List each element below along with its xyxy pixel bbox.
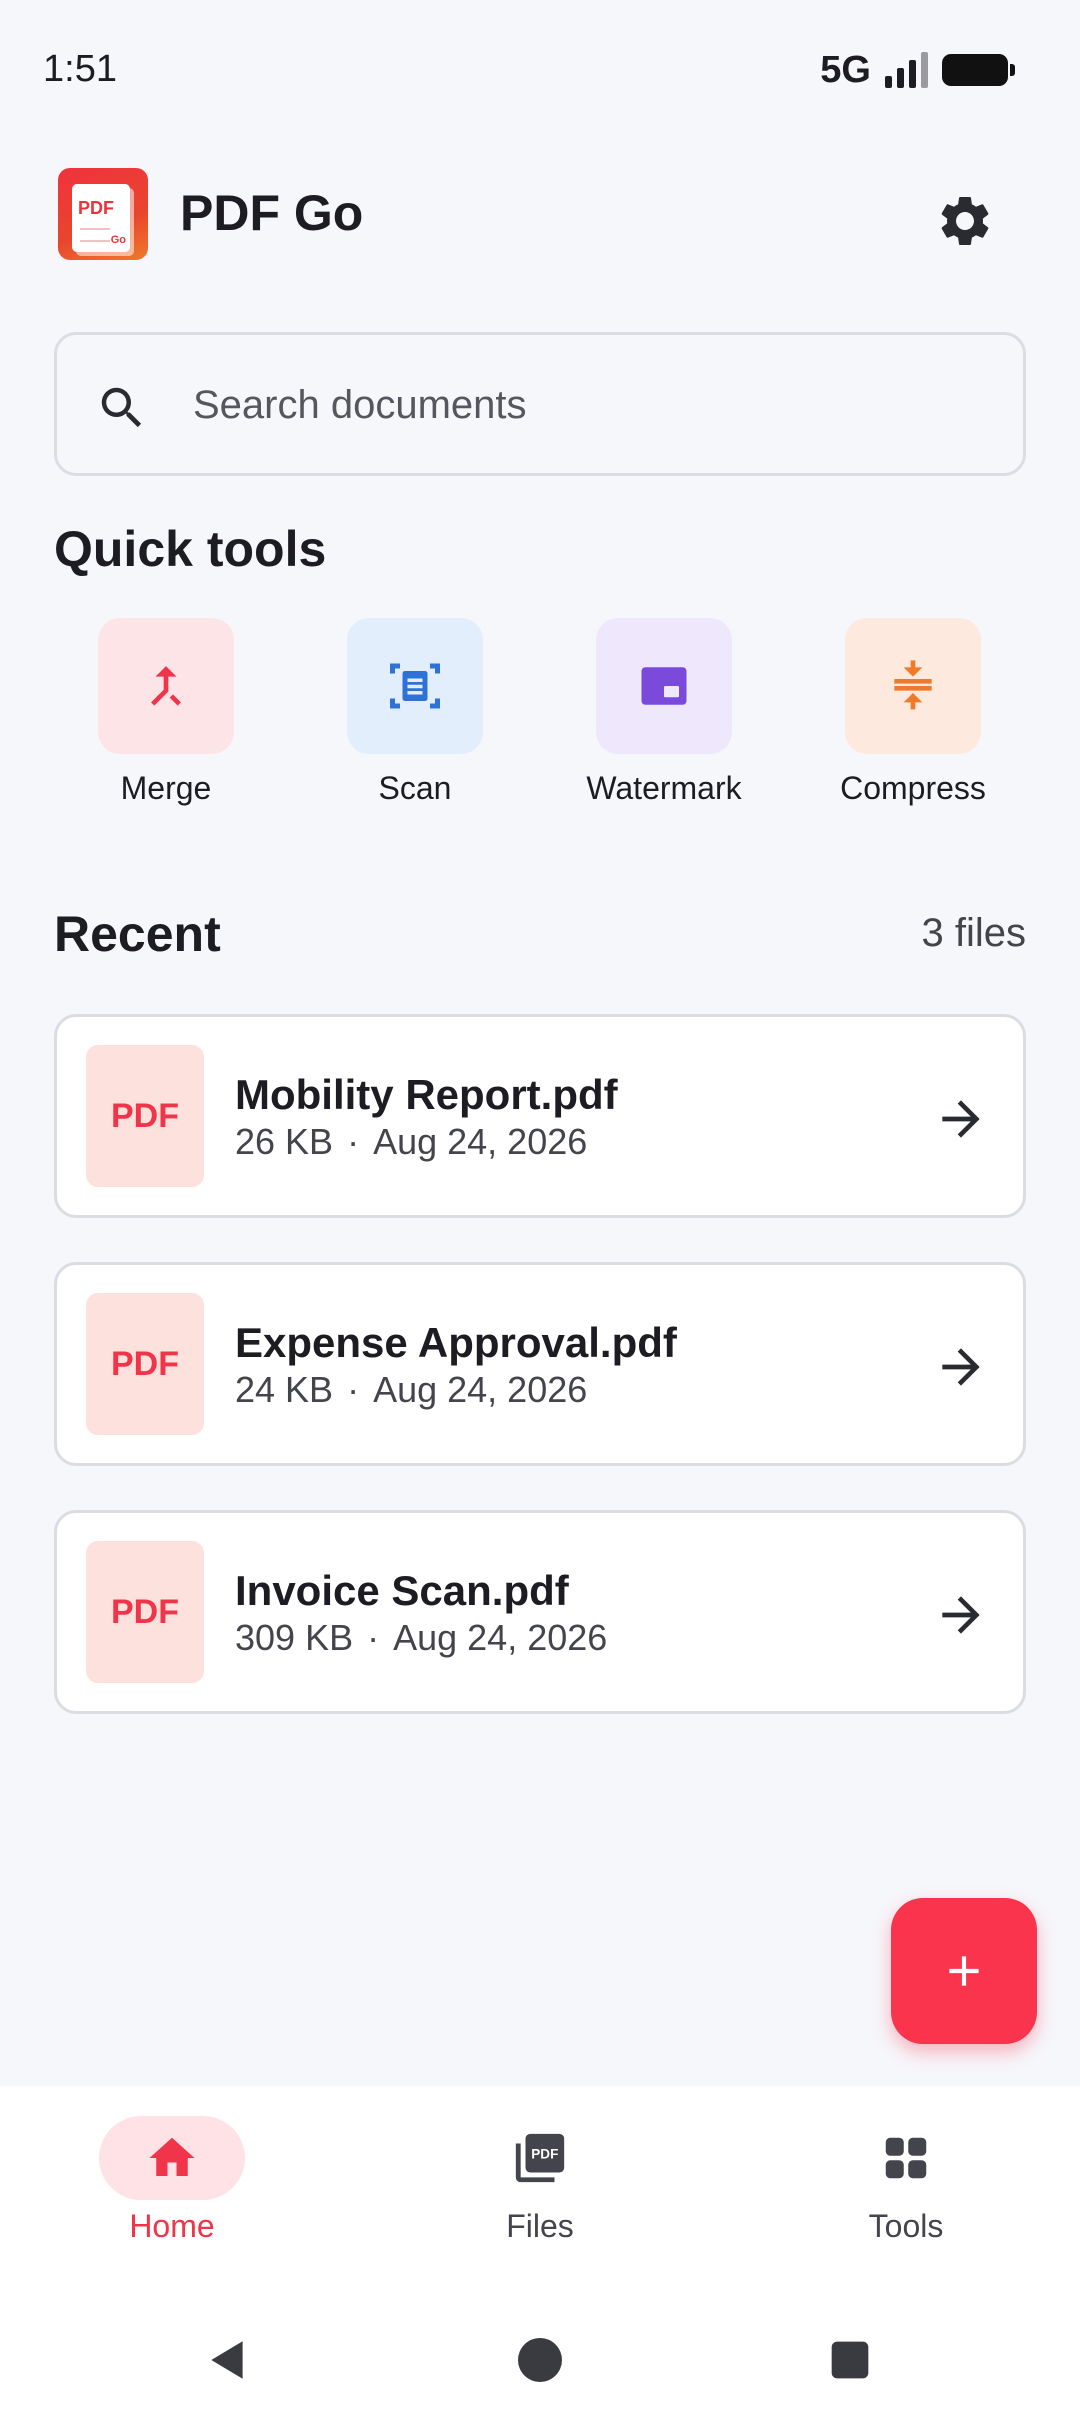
system-navigation-bar: [0, 2296, 1080, 2424]
home-icon: [149, 2137, 195, 2176]
nav-label: Files: [506, 2208, 574, 2244]
nav-home-pill: [99, 2116, 245, 2200]
pdf-thumb-label: PDF: [111, 1592, 179, 1631]
bottom-navigation: Home PDF Files Tools: [0, 2086, 1080, 2296]
settings-button[interactable]: [930, 186, 1000, 256]
plus-icon: [949, 1956, 979, 1986]
nav-label: Tools: [868, 2208, 944, 2244]
pdf-thumbnail: PDF: [86, 1541, 204, 1683]
file-size: 24 KB: [235, 1369, 334, 1410]
file-date: Aug 24, 2026: [373, 1369, 588, 1410]
back-button[interactable]: [200, 2332, 256, 2388]
merge-icon: [151, 666, 181, 706]
compress-icon: [894, 660, 932, 710]
merge-tile: [98, 618, 234, 754]
gear-icon: [941, 196, 989, 245]
recent-title: Recent: [54, 906, 221, 962]
scan-icon: [390, 663, 440, 709]
quick-tools-row: Merge Scan Watermark Compress: [0, 618, 1080, 818]
tool-compress[interactable]: Compress: [793, 618, 1033, 818]
file-name: Invoice Scan.pdf: [235, 1567, 569, 1614]
recent-header: Recent 3 files: [0, 905, 1080, 975]
scan-tile: [347, 618, 483, 754]
nav-files[interactable]: PDF Files: [420, 2116, 660, 2266]
file-date: Aug 24, 2026: [373, 1121, 588, 1162]
pdf-thumb-label: PDF: [111, 1096, 179, 1135]
pdf-thumbnail: PDF: [86, 1045, 204, 1187]
meta-separator: ·: [347, 1121, 360, 1162]
file-card[interactable]: PDF Invoice Scan.pdf 309 KB · Aug 24, 20…: [54, 1510, 1026, 1714]
status-icons: 5G: [820, 48, 1015, 92]
file-meta: 24 KB · Aug 24, 2026: [235, 1369, 587, 1411]
signal-icon: [885, 52, 928, 88]
nav-tools[interactable]: Tools: [786, 2116, 1026, 2266]
file-size: 309 KB: [235, 1617, 354, 1658]
logo-badge: Go: [110, 234, 126, 246]
home-button[interactable]: [512, 2332, 568, 2388]
back-triangle-icon: [211, 2341, 243, 2379]
file-date: Aug 24, 2026: [393, 1617, 608, 1658]
add-document-button[interactable]: [891, 1898, 1037, 2044]
tool-merge[interactable]: Merge: [46, 618, 286, 818]
tool-watermark[interactable]: Watermark: [544, 618, 784, 818]
grid-icon: [885, 2137, 927, 2179]
app-header: PDF Go PDF Go: [0, 160, 1080, 270]
arrow-right-icon[interactable]: [933, 1339, 989, 1395]
search-bar[interactable]: [54, 332, 1026, 476]
logo-text: PDF: [78, 198, 114, 218]
compress-tile: [845, 618, 981, 754]
file-meta: 26 KB · Aug 24, 2026: [235, 1121, 587, 1163]
battery-icon: [942, 54, 1015, 86]
watermark-icon: [641, 667, 687, 705]
quick-tools-title: Quick tools: [54, 521, 327, 577]
nav-label: Home: [129, 2208, 215, 2244]
file-size: 26 KB: [235, 1121, 334, 1162]
status-time: 1:51: [43, 48, 117, 90]
tool-label: Compress: [840, 770, 986, 806]
search-icon: [101, 387, 142, 428]
pdf-files-icon: PDF: [515, 2133, 565, 2183]
tool-label: Watermark: [586, 770, 742, 806]
pdf-thumb-label: PDF: [111, 1344, 179, 1383]
recent-count: 3 files: [921, 911, 1027, 955]
search-input[interactable]: [193, 365, 993, 445]
meta-separator: ·: [367, 1617, 380, 1658]
watermark-tile: [596, 618, 732, 754]
app-logo: PDF Go: [58, 168, 148, 260]
status-bar: 1:51 5G: [0, 0, 1080, 140]
nav-home[interactable]: Home: [52, 2116, 292, 2266]
tool-label: Scan: [378, 770, 452, 806]
recents-square-icon: [831, 2341, 869, 2379]
network-type: 5G: [820, 48, 871, 91]
nav-files-pill: PDF: [467, 2116, 613, 2200]
file-meta: 309 KB · Aug 24, 2026: [235, 1617, 607, 1659]
arrow-right-icon[interactable]: [933, 1091, 989, 1147]
file-card[interactable]: PDF Expense Approval.pdf 24 KB · Aug 24,…: [54, 1262, 1026, 1466]
home-circle-icon: [518, 2338, 562, 2382]
file-name: Mobility Report.pdf: [235, 1071, 618, 1118]
tool-scan[interactable]: Scan: [295, 618, 535, 818]
app-title: PDF Go: [180, 185, 364, 241]
pdf-thumbnail: PDF: [86, 1293, 204, 1435]
meta-separator: ·: [347, 1369, 360, 1410]
file-card[interactable]: PDF Mobility Report.pdf 26 KB · Aug 24, …: [54, 1014, 1026, 1218]
file-name: Expense Approval.pdf: [235, 1319, 677, 1366]
arrow-right-icon[interactable]: [933, 1587, 989, 1643]
tool-label: Merge: [120, 770, 212, 806]
nav-tools-pill: [833, 2116, 979, 2200]
recents-button[interactable]: [822, 2332, 878, 2388]
pdf-files-icon-text: PDF: [531, 2147, 558, 2162]
